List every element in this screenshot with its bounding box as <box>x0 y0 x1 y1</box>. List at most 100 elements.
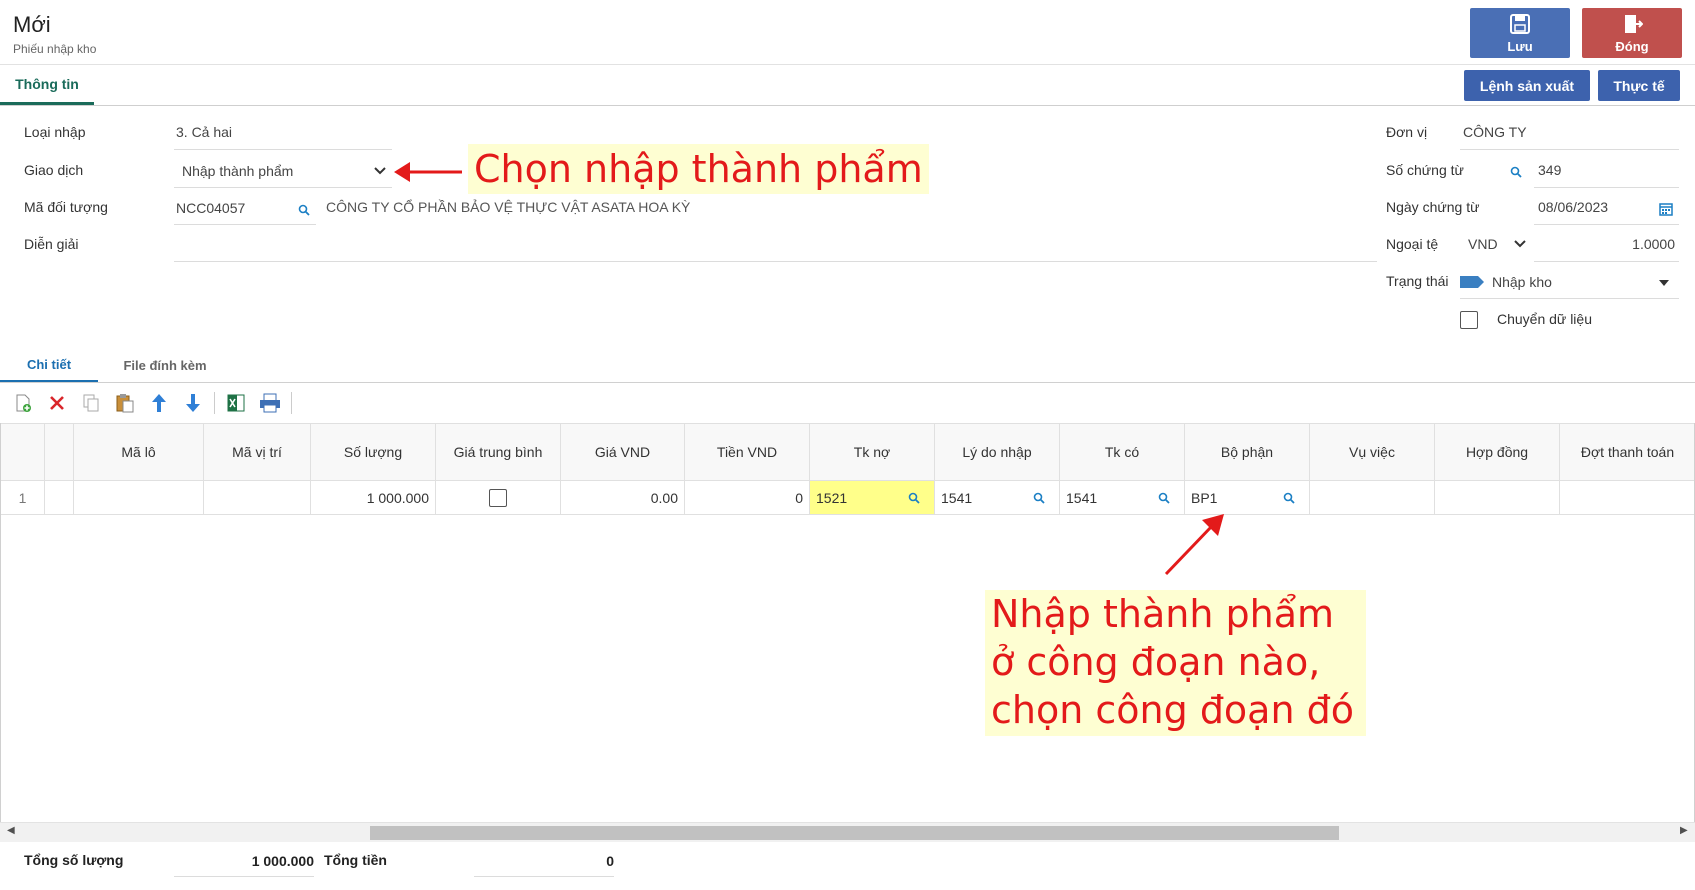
ngoai-te-value: VND <box>1468 236 1498 252</box>
toolbar-separator <box>291 392 292 414</box>
cell-tien-vnd[interactable]: 0 <box>684 480 810 515</box>
actual-button[interactable]: Thực tế <box>1598 70 1680 101</box>
giao-dich-value: Nhập thành phẩm <box>182 163 294 179</box>
page-title: Mới <box>13 12 51 37</box>
divider <box>0 382 1695 383</box>
chuyen-du-lieu-checkbox[interactable] <box>1460 311 1478 329</box>
column-header-tien-vnd[interactable]: Tiền VND <box>684 423 810 481</box>
cell-ma-lo[interactable] <box>73 480 204 515</box>
giao-dich-label: Giao dịch <box>24 162 84 178</box>
cell-gia-vnd[interactable]: 0.00 <box>560 480 685 515</box>
print-icon[interactable] <box>255 389 285 417</box>
ma-doi-tuong-field[interactable]: NCC04057 <box>174 192 316 225</box>
copy-icon[interactable] <box>76 389 106 417</box>
divider <box>0 64 1695 65</box>
calendar-icon[interactable] <box>1659 202 1673 216</box>
add-row-icon[interactable] <box>8 389 38 417</box>
scrollbar-thumb[interactable] <box>370 826 1339 840</box>
underline <box>1534 224 1679 225</box>
search-icon[interactable] <box>1283 492 1295 504</box>
cell-tk-no[interactable]: 1521 <box>809 480 935 515</box>
save-icon <box>1510 13 1530 34</box>
row-selector[interactable] <box>44 480 74 515</box>
scroll-right-icon[interactable]: ▶ <box>1680 825 1688 836</box>
cell-dot-thanh-toan[interactable] <box>1559 480 1695 515</box>
column-header-ma-lo[interactable]: Mã lô <box>73 423 204 481</box>
total-quantity-value: 1 000.000 <box>251 853 314 869</box>
status-tag-icon <box>1460 276 1484 288</box>
chevron-down-icon <box>374 167 386 175</box>
ngay-chung-tu-value[interactable]: 08/06/2023 <box>1538 199 1608 215</box>
column-header-tk-no[interactable]: Tk nợ <box>809 423 935 481</box>
cell-ma-vi-tri[interactable] <box>203 480 311 515</box>
ty-gia-value[interactable]: 1.0000 <box>1540 236 1675 252</box>
tk-no-value: 1521 <box>816 489 848 506</box>
don-vi-label: Đơn vị <box>1386 124 1428 140</box>
column-header-tk-co[interactable]: Tk có <box>1059 423 1185 481</box>
search-icon[interactable] <box>298 204 310 216</box>
save-button[interactable]: Lưu <box>1470 8 1570 58</box>
search-icon[interactable] <box>1158 492 1170 504</box>
annotation-arrow-icon <box>1164 514 1224 576</box>
ma-doi-tuong-value: NCC04057 <box>176 200 246 216</box>
move-up-icon[interactable] <box>144 389 174 417</box>
underline <box>174 876 314 877</box>
underline <box>1460 149 1679 150</box>
tab-info[interactable]: Thông tin <box>0 65 94 105</box>
don-vi-value: CÔNG TY <box>1463 124 1527 140</box>
cell-ly-do-nhap[interactable]: 1541 <box>934 480 1060 515</box>
production-order-button[interactable]: Lệnh sản xuất <box>1464 70 1590 101</box>
dien-giai-input[interactable] <box>174 261 1377 262</box>
total-money-label: Tổng tiền <box>324 852 387 868</box>
ngoai-te-label: Ngoại tệ <box>1386 236 1439 252</box>
loai-nhap-value: 3. Cả hai <box>176 124 233 140</box>
tab-chi-tiet[interactable]: Chi tiết <box>0 348 98 383</box>
dien-giai-label: Diễn giải <box>24 236 79 252</box>
cell-gia-trung-binh[interactable] <box>435 480 561 515</box>
cell-vu-viec[interactable] <box>1309 480 1435 515</box>
search-icon[interactable] <box>1510 166 1522 178</box>
search-icon[interactable] <box>908 492 920 504</box>
giao-dich-select[interactable]: Nhập thành phẩm <box>174 155 392 188</box>
search-icon[interactable] <box>1033 492 1045 504</box>
delete-icon[interactable] <box>42 389 72 417</box>
ngoai-te-select[interactable]: VND <box>1460 228 1530 261</box>
column-header-ma-vi-tri[interactable]: Mã vị trí <box>203 423 311 481</box>
annotation-note-1: Chọn nhập thành phẩm <box>468 144 929 194</box>
exit-icon <box>1625 14 1643 33</box>
cell-so-luong[interactable]: 1 000.000 <box>310 480 436 515</box>
column-header-hop-dong[interactable]: Hợp đồng <box>1434 423 1560 481</box>
trang-thai-label: Trạng thái <box>1386 273 1449 289</box>
ngay-chung-tu-label: Ngày chứng từ <box>1386 199 1480 215</box>
column-header-gia-vnd[interactable]: Giá VND <box>560 423 685 481</box>
caret-down-icon <box>1659 280 1669 286</box>
column-header-bo-phan[interactable]: Bộ phận <box>1184 423 1310 481</box>
trang-thai-value: Nhập kho <box>1492 274 1552 290</box>
column-header-dot-thanh-toan[interactable]: Đợt thanh toán <box>1559 423 1695 481</box>
page-subtitle: Phiếu nhập kho <box>13 42 97 56</box>
scroll-left-icon[interactable]: ◀ <box>7 825 15 836</box>
trang-thai-select[interactable]: Nhập kho <box>1460 266 1679 299</box>
total-money-value: 0 <box>606 853 614 869</box>
column-header-so-luong[interactable]: Số lượng <box>310 423 436 481</box>
chevron-down-icon <box>1514 240 1526 248</box>
tab-file-dinh-kem[interactable]: File đính kèm <box>110 348 220 383</box>
divider <box>0 105 1695 106</box>
underline <box>1534 187 1679 188</box>
ma-doi-tuong-label: Mã đối tượng <box>24 199 108 215</box>
grid-toolbar <box>8 388 294 418</box>
gia-trung-binh-checkbox[interactable] <box>489 488 507 507</box>
tk-co-value: 1541 <box>1066 489 1098 506</box>
move-down-icon[interactable] <box>178 389 208 417</box>
column-header-vu-viec[interactable]: Vụ việc <box>1309 423 1435 481</box>
cell-hop-dong[interactable] <box>1434 480 1560 515</box>
row-number: 1 <box>0 480 45 515</box>
table-row[interactable]: 1 1 000.000 0.00 0 1521 1541 1541 BP1 <box>0 480 1695 515</box>
chuyen-du-lieu-label: Chuyển dữ liệu <box>1497 311 1592 327</box>
so-chung-tu-value[interactable]: 349 <box>1538 162 1561 178</box>
column-header-gia-trung-binh[interactable]: Giá trung bình <box>435 423 561 481</box>
column-header-ly-do-nhap[interactable]: Lý do nhập <box>934 423 1060 481</box>
paste-icon[interactable] <box>110 389 140 417</box>
close-button[interactable]: Đóng <box>1582 8 1682 58</box>
excel-icon[interactable] <box>221 389 251 417</box>
